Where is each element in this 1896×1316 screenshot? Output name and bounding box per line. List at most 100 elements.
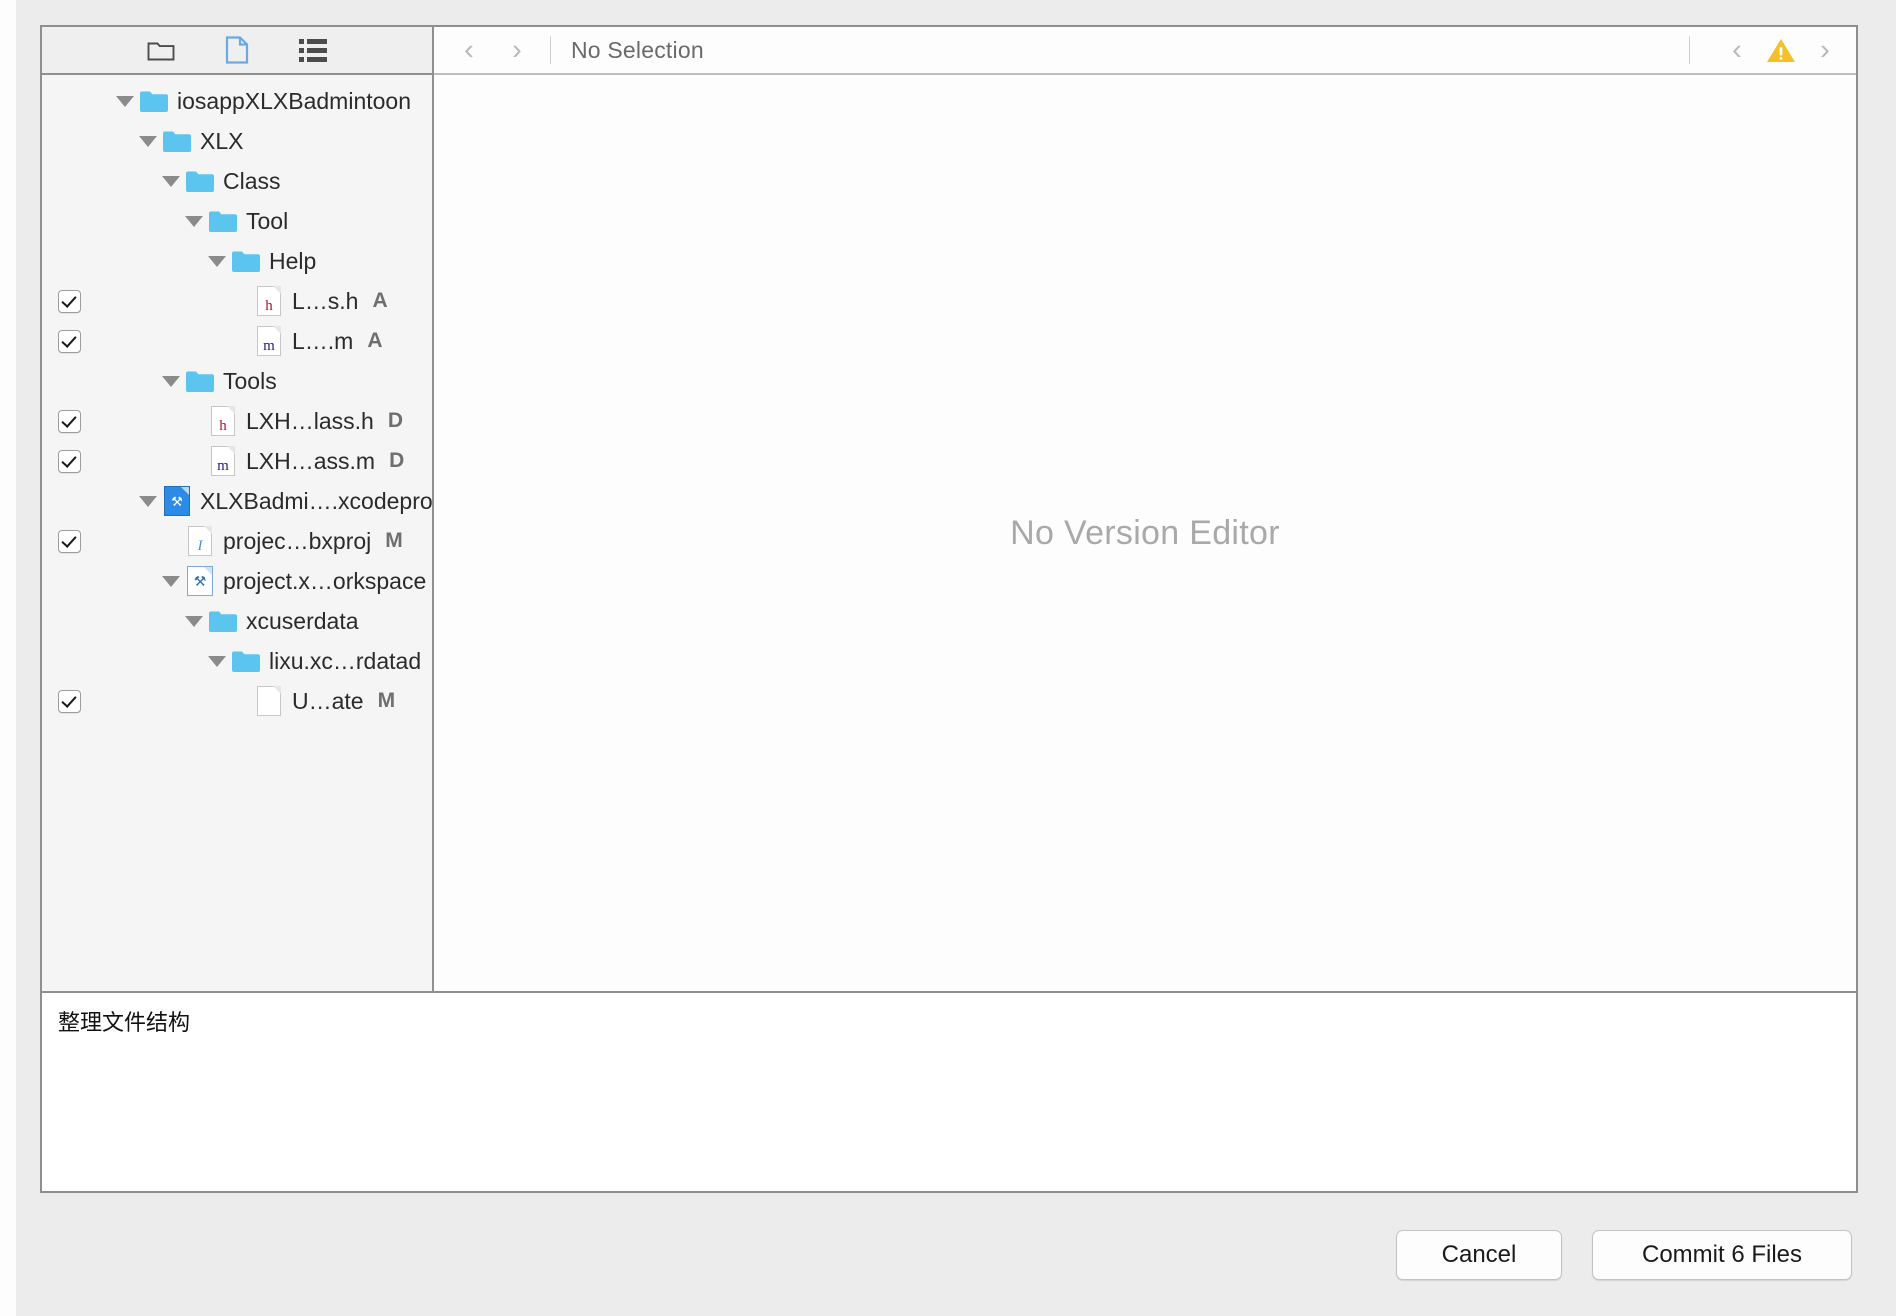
cancel-button[interactable]: Cancel	[1396, 1230, 1562, 1280]
tree-row-ustate[interactable]: U…ate M	[42, 681, 432, 721]
toolbar-divider	[550, 36, 551, 64]
back-arrow-icon[interactable]: ‹	[456, 34, 482, 66]
header-file-icon: h	[209, 406, 237, 436]
disclosure-triangle-icon[interactable]	[206, 250, 228, 272]
tree-row-lm[interactable]: m L….m A	[42, 321, 432, 361]
disclosure-triangle-icon[interactable]	[137, 490, 159, 512]
tree-row-xcodeproj[interactable]: ⚒ XLXBadmi….xcodeproj	[42, 481, 432, 521]
tree-row-label: XLXBadmi….xcodeproj	[200, 487, 434, 514]
disclosure-triangle-icon[interactable]	[206, 650, 228, 672]
tree-row-class[interactable]: Class	[42, 161, 432, 201]
tree-row-label: U…ate	[292, 687, 364, 714]
no-version-editor-message: No Version Editor	[1010, 513, 1280, 552]
tree-row-xcuserdata[interactable]: xcuserdata	[42, 601, 432, 641]
plain-file-icon	[255, 686, 283, 716]
tree-row-lixu[interactable]: lixu.xc…rdatad	[42, 641, 432, 681]
objc-file-icon: m	[209, 446, 237, 476]
tree-row-label: Help	[269, 247, 317, 274]
tree-row-label: Tools	[223, 367, 277, 394]
editor-toolbar: ‹ › No Selection ‹ ›	[434, 27, 1856, 75]
tree-row-content: xcuserdata	[183, 606, 359, 636]
file-checkbox-ustate[interactable]	[58, 690, 81, 713]
tree-row-pbxproj[interactable]: Iprojec…bxproj M	[42, 521, 432, 561]
folder-icon	[232, 246, 260, 276]
tree-row-workspace[interactable]: ⚒ project.x…orkspace	[42, 561, 432, 601]
tree-row-help[interactable]: Help	[42, 241, 432, 281]
file-checkbox-lxhclassh[interactable]	[58, 410, 81, 433]
tree-row-lsh[interactable]: h L…s.h A	[42, 281, 432, 321]
forward-arrow-icon[interactable]: ›	[504, 34, 530, 66]
warning-triangle-icon[interactable]	[1764, 35, 1798, 65]
file-status-badge: D	[387, 409, 403, 432]
document-icon[interactable]	[222, 35, 252, 65]
tree-row-content: Iprojec…bxproj M	[160, 526, 403, 556]
file-tree-sidebar[interactable]: iosappXLXBadmintoon XLX Class Tool Help h L…s.…	[42, 75, 434, 991]
commit-message-box[interactable]: 整理文件结构	[40, 993, 1858, 1193]
tree-row-root[interactable]: iosappXLXBadmintoon	[42, 81, 432, 121]
disclosure-spacer	[229, 330, 251, 352]
folder-icon	[232, 646, 260, 676]
list-icon[interactable]	[298, 35, 328, 65]
tree-row-label: Tool	[246, 207, 289, 234]
tree-row-label: project.x…orkspace	[223, 567, 427, 594]
toolbar-divider-right	[1689, 36, 1690, 64]
tree-row-label: L…s.h	[292, 287, 359, 314]
commit-message-text[interactable]: 整理文件结构	[58, 1005, 1840, 1037]
tree-row-label: LXH…ass.m	[246, 447, 376, 474]
disclosure-triangle-icon[interactable]	[114, 90, 136, 112]
header-file-icon: h	[255, 286, 283, 316]
tree-row-tool[interactable]: Tool	[42, 201, 432, 241]
disclosure-spacer	[160, 530, 182, 552]
file-checkbox-lsh[interactable]	[58, 290, 81, 313]
tree-row-content: Help	[206, 246, 316, 276]
folder-icon[interactable]	[146, 35, 176, 65]
folder-icon	[209, 606, 237, 636]
disclosure-triangle-icon[interactable]	[160, 370, 182, 392]
tree-row-label: iosappXLXBadmintoon	[177, 87, 411, 114]
disclosure-triangle-icon[interactable]	[160, 170, 182, 192]
issue-prev-arrow-icon[interactable]: ‹	[1724, 34, 1750, 66]
disclosure-triangle-icon[interactable]	[137, 130, 159, 152]
tree-row-content: lixu.xc…rdatad	[206, 646, 421, 676]
commit-dialog-window: ‹ › No Selection ‹ › iosappXLXBadmintoon…	[0, 0, 1896, 1316]
tree-row-content: ⚒ project.x…orkspace	[160, 566, 426, 596]
disclosure-spacer	[183, 450, 205, 472]
file-status-badge: A	[372, 289, 388, 312]
tree-row-content: Tools	[160, 366, 277, 396]
disclosure-triangle-icon[interactable]	[183, 210, 205, 232]
commit-button[interactable]: Commit 6 Files	[1592, 1230, 1852, 1280]
tree-row-content: h LXH…lass.h D	[183, 406, 403, 436]
tree-row-label: xcuserdata	[246, 607, 359, 634]
window-left-edge	[0, 0, 16, 1316]
tree-row-lxhclassh[interactable]: h LXH…lass.h D	[42, 401, 432, 441]
panel-body: iosappXLXBadmintoon XLX Class Tool Help h L…s.…	[42, 75, 1856, 991]
tree-row-label: lixu.xc…rdatad	[269, 647, 422, 674]
tree-row-lxhclassm[interactable]: m LXH…ass.m D	[42, 441, 432, 481]
tree-row-tools[interactable]: Tools	[42, 361, 432, 401]
folder-icon	[163, 126, 191, 156]
file-checkbox-pbxproj[interactable]	[58, 530, 81, 553]
tree-row-label: XLX	[200, 127, 244, 154]
folder-icon	[209, 206, 237, 236]
file-checkbox-lm[interactable]	[58, 330, 81, 353]
file-status-badge: M	[377, 689, 396, 712]
disclosure-triangle-icon[interactable]	[183, 610, 205, 632]
xcodeproj-icon: ⚒	[163, 486, 191, 516]
folder-icon	[186, 166, 214, 196]
folder-icon	[140, 86, 168, 116]
disclosure-triangle-icon[interactable]	[160, 570, 182, 592]
tree-row-content: m L….m A	[229, 326, 383, 356]
disclosure-spacer	[183, 410, 205, 432]
file-status-badge: A	[367, 329, 383, 352]
tree-row-label: projec…bxproj	[223, 527, 372, 554]
tree-row-label: LXH…lass.h	[246, 407, 374, 434]
disclosure-spacer	[229, 290, 251, 312]
file-checkbox-lxhclassm[interactable]	[58, 450, 81, 473]
tree-row-xlx[interactable]: XLX	[42, 121, 432, 161]
dialog-actions: Cancel Commit 6 Files	[1396, 1230, 1852, 1280]
main-panel: ‹ › No Selection ‹ › iosappXLXBadmintoon…	[40, 25, 1858, 993]
tree-row-content: h L…s.h A	[229, 286, 388, 316]
toolbar-row: ‹ › No Selection ‹ ›	[42, 27, 1856, 75]
tree-row-content: m LXH…ass.m D	[183, 446, 404, 476]
issue-next-arrow-icon[interactable]: ›	[1812, 34, 1838, 66]
